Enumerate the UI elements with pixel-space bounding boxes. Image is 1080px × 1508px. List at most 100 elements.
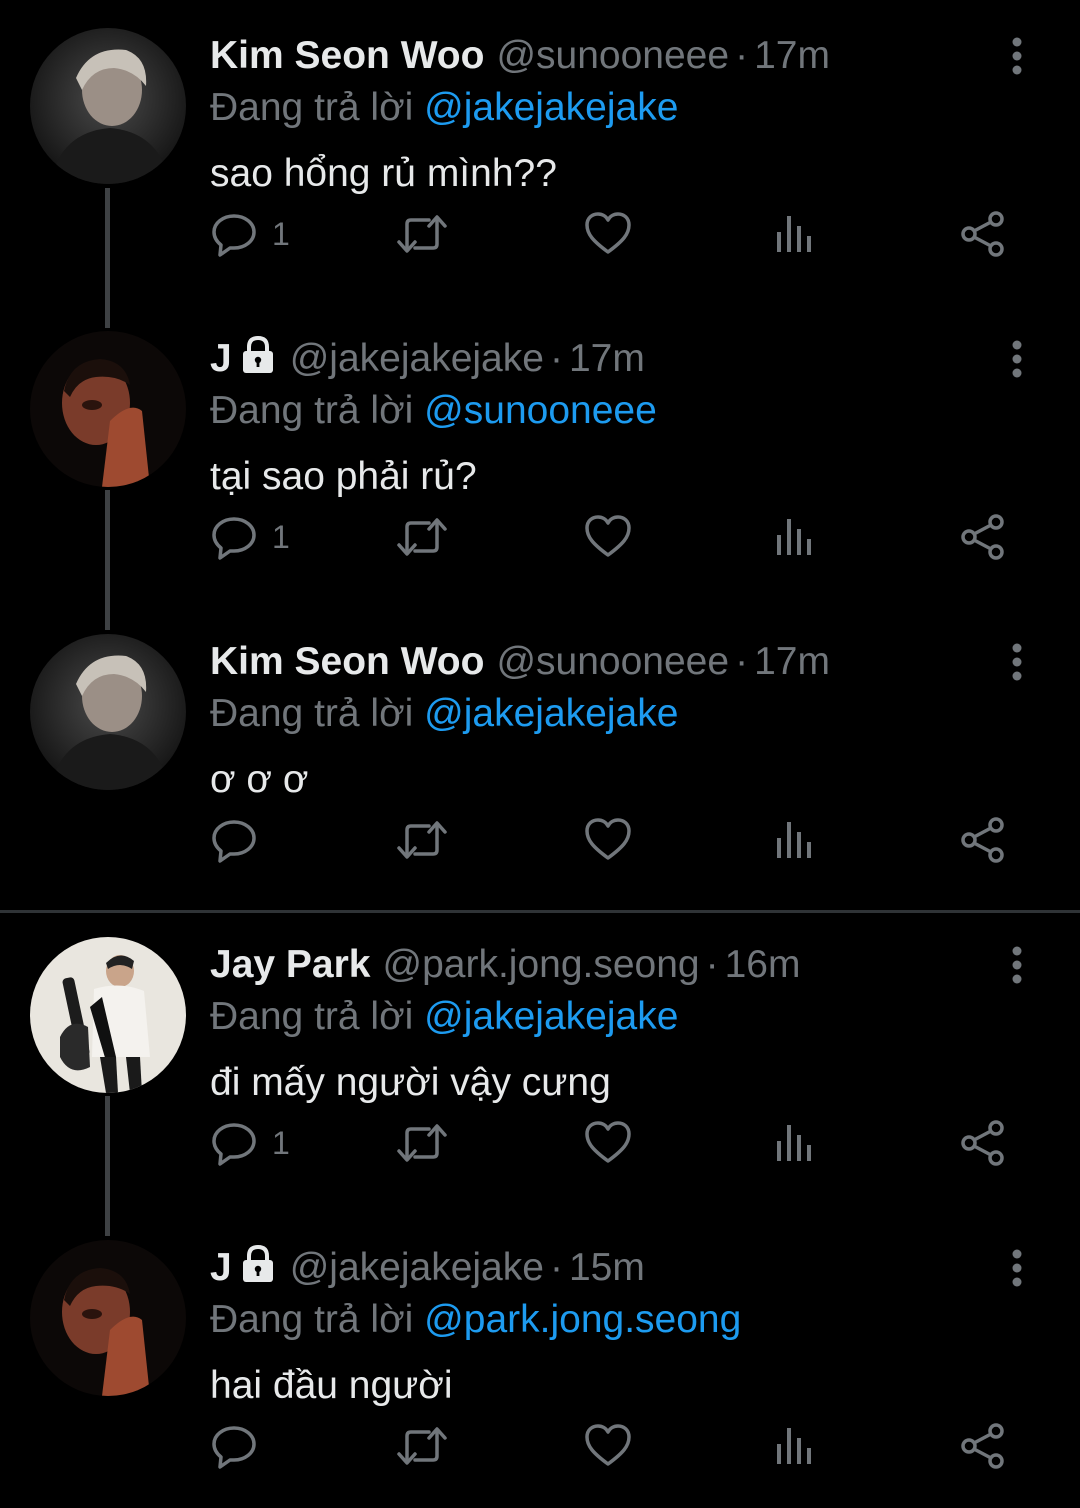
tweet-text: tại sao phải rủ?	[210, 455, 477, 498]
tweet[interactable]: J @jakejakejake · 17m Đang trả lời @sunoone…	[0, 303, 1080, 606]
display-name[interactable]: Kim Seon Woo	[210, 640, 484, 683]
reply-icon	[212, 1426, 256, 1469]
timestamp[interactable]: 17m	[754, 640, 830, 683]
reply-icon	[212, 820, 256, 863]
views-icon	[777, 216, 811, 252]
tweet-actions: 1	[0, 204, 1080, 264]
replying-to: Đang trả lời @jakejakejake	[210, 991, 678, 1043]
replying-to-label: Đang trả lời	[210, 86, 414, 129]
like-icon	[585, 212, 631, 254]
views-button[interactable]	[770, 204, 818, 264]
reply-button[interactable]	[210, 810, 272, 870]
tweet-header: J @jakejakejake · 15m	[210, 1242, 645, 1294]
more-options-icon[interactable]	[1002, 642, 1032, 682]
replying-to: Đang trả lời @jakejakejake	[210, 688, 678, 740]
reply-icon	[212, 1123, 256, 1166]
tweet-actions: 1	[0, 1113, 1080, 1173]
display-name[interactable]: Kim Seon Woo	[210, 34, 484, 77]
timestamp[interactable]: 15m	[569, 1246, 645, 1289]
more-options-icon[interactable]	[1002, 36, 1032, 76]
avatar[interactable]	[30, 634, 186, 790]
reply-button[interactable]: 1	[210, 1113, 290, 1173]
lock-icon	[238, 1244, 278, 1298]
reply-button[interactable]: 1	[210, 507, 290, 567]
user-handle[interactable]: @jakejakejake	[290, 337, 544, 380]
views-icon	[777, 1428, 811, 1464]
retweet-icon	[397, 1124, 447, 1162]
replying-to: Đang trả lời @sunooneee	[210, 385, 657, 437]
user-handle[interactable]: @sunooneee	[496, 34, 729, 77]
replying-to-handle[interactable]: @sunooneee	[424, 389, 657, 432]
retweet-button[interactable]	[395, 204, 449, 264]
replying-to-handle[interactable]: @park.jong.seong	[424, 1298, 741, 1341]
tweet-text: hai đầu người	[210, 1364, 453, 1407]
like-button[interactable]	[583, 1416, 633, 1476]
lock-icon	[238, 335, 278, 389]
avatar[interactable]	[30, 28, 186, 184]
like-button[interactable]	[583, 810, 633, 870]
avatar[interactable]	[30, 331, 186, 487]
display-name[interactable]: Jay Park	[210, 943, 370, 986]
like-icon	[585, 818, 631, 860]
tweet-actions: 1	[0, 507, 1080, 567]
more-options-icon[interactable]	[1002, 945, 1032, 985]
retweet-button[interactable]	[395, 1113, 449, 1173]
replying-to-handle[interactable]: @jakejakejake	[424, 995, 678, 1038]
like-button[interactable]	[583, 507, 633, 567]
like-button[interactable]	[583, 204, 633, 264]
share-icon	[961, 1120, 1004, 1166]
user-handle[interactable]: @sunooneee	[496, 640, 729, 683]
like-button[interactable]	[583, 1113, 633, 1173]
user-handle[interactable]: @park.jong.seong	[382, 943, 699, 986]
views-button[interactable]	[770, 1416, 818, 1476]
tweet-header: Kim Seon Woo @sunooneee · 17m	[210, 30, 830, 82]
like-icon	[585, 515, 631, 557]
tweet[interactable]: Kim Seon Woo @sunooneee · 17m Đang trả lời …	[0, 0, 1080, 303]
timestamp[interactable]: 16m	[725, 943, 801, 986]
user-handle[interactable]: @jakejakejake	[290, 1246, 544, 1289]
views-button[interactable]	[770, 1113, 818, 1173]
retweet-icon	[397, 518, 447, 556]
share-button[interactable]	[958, 1113, 1008, 1173]
more-options-icon[interactable]	[1002, 1248, 1032, 1288]
reply-count: 1	[272, 1124, 290, 1161]
tweet-text: sao hổng rủ mình??	[210, 152, 557, 195]
reply-button[interactable]	[210, 1416, 272, 1476]
reply-button[interactable]: 1	[210, 204, 290, 264]
share-icon	[961, 817, 1004, 863]
retweet-icon	[397, 215, 447, 253]
replying-to-handle[interactable]: @jakejakejake	[424, 692, 678, 735]
timestamp[interactable]: 17m	[569, 337, 645, 380]
retweet-button[interactable]	[395, 1416, 449, 1476]
separator-dot: ·	[705, 943, 719, 986]
display-name[interactable]: J	[210, 1246, 232, 1289]
more-options-icon[interactable]	[1002, 339, 1032, 379]
retweet-button[interactable]	[395, 810, 449, 870]
like-icon	[585, 1121, 631, 1163]
retweet-button[interactable]	[395, 507, 449, 567]
like-icon	[585, 1424, 631, 1466]
tweet[interactable]: J @jakejakejake · 15m Đang trả lời @park.jo…	[0, 1212, 1080, 1508]
tweet-actions	[0, 810, 1080, 870]
tweet[interactable]: Kim Seon Woo @sunooneee · 17m Đang trả lời …	[0, 606, 1080, 909]
retweet-icon	[397, 821, 447, 859]
views-icon	[777, 822, 811, 858]
share-button[interactable]	[958, 507, 1008, 567]
conversation-thread: Kim Seon Woo @sunooneee · 17m Đang trả lời …	[0, 0, 1080, 1508]
replying-to-label: Đang trả lời	[210, 389, 414, 432]
share-button[interactable]	[958, 810, 1008, 870]
avatar[interactable]	[30, 937, 186, 1093]
share-button[interactable]	[958, 1416, 1008, 1476]
tweet[interactable]: Jay Park @park.jong.seong · 16m Đang trả lờ…	[0, 909, 1080, 1212]
views-button[interactable]	[770, 810, 818, 870]
replying-to: Đang trả lời @jakejakejake	[210, 82, 678, 134]
display-name[interactable]: J	[210, 337, 232, 380]
replying-to-label: Đang trả lời	[210, 995, 414, 1038]
timestamp[interactable]: 17m	[754, 34, 830, 77]
replying-to: Đang trả lời @park.jong.seong	[210, 1294, 741, 1346]
views-button[interactable]	[770, 507, 818, 567]
replying-to-handle[interactable]: @jakejakejake	[424, 86, 678, 129]
share-button[interactable]	[958, 204, 1008, 264]
tweet-header: Kim Seon Woo @sunooneee · 17m	[210, 636, 830, 688]
avatar[interactable]	[30, 1240, 186, 1396]
